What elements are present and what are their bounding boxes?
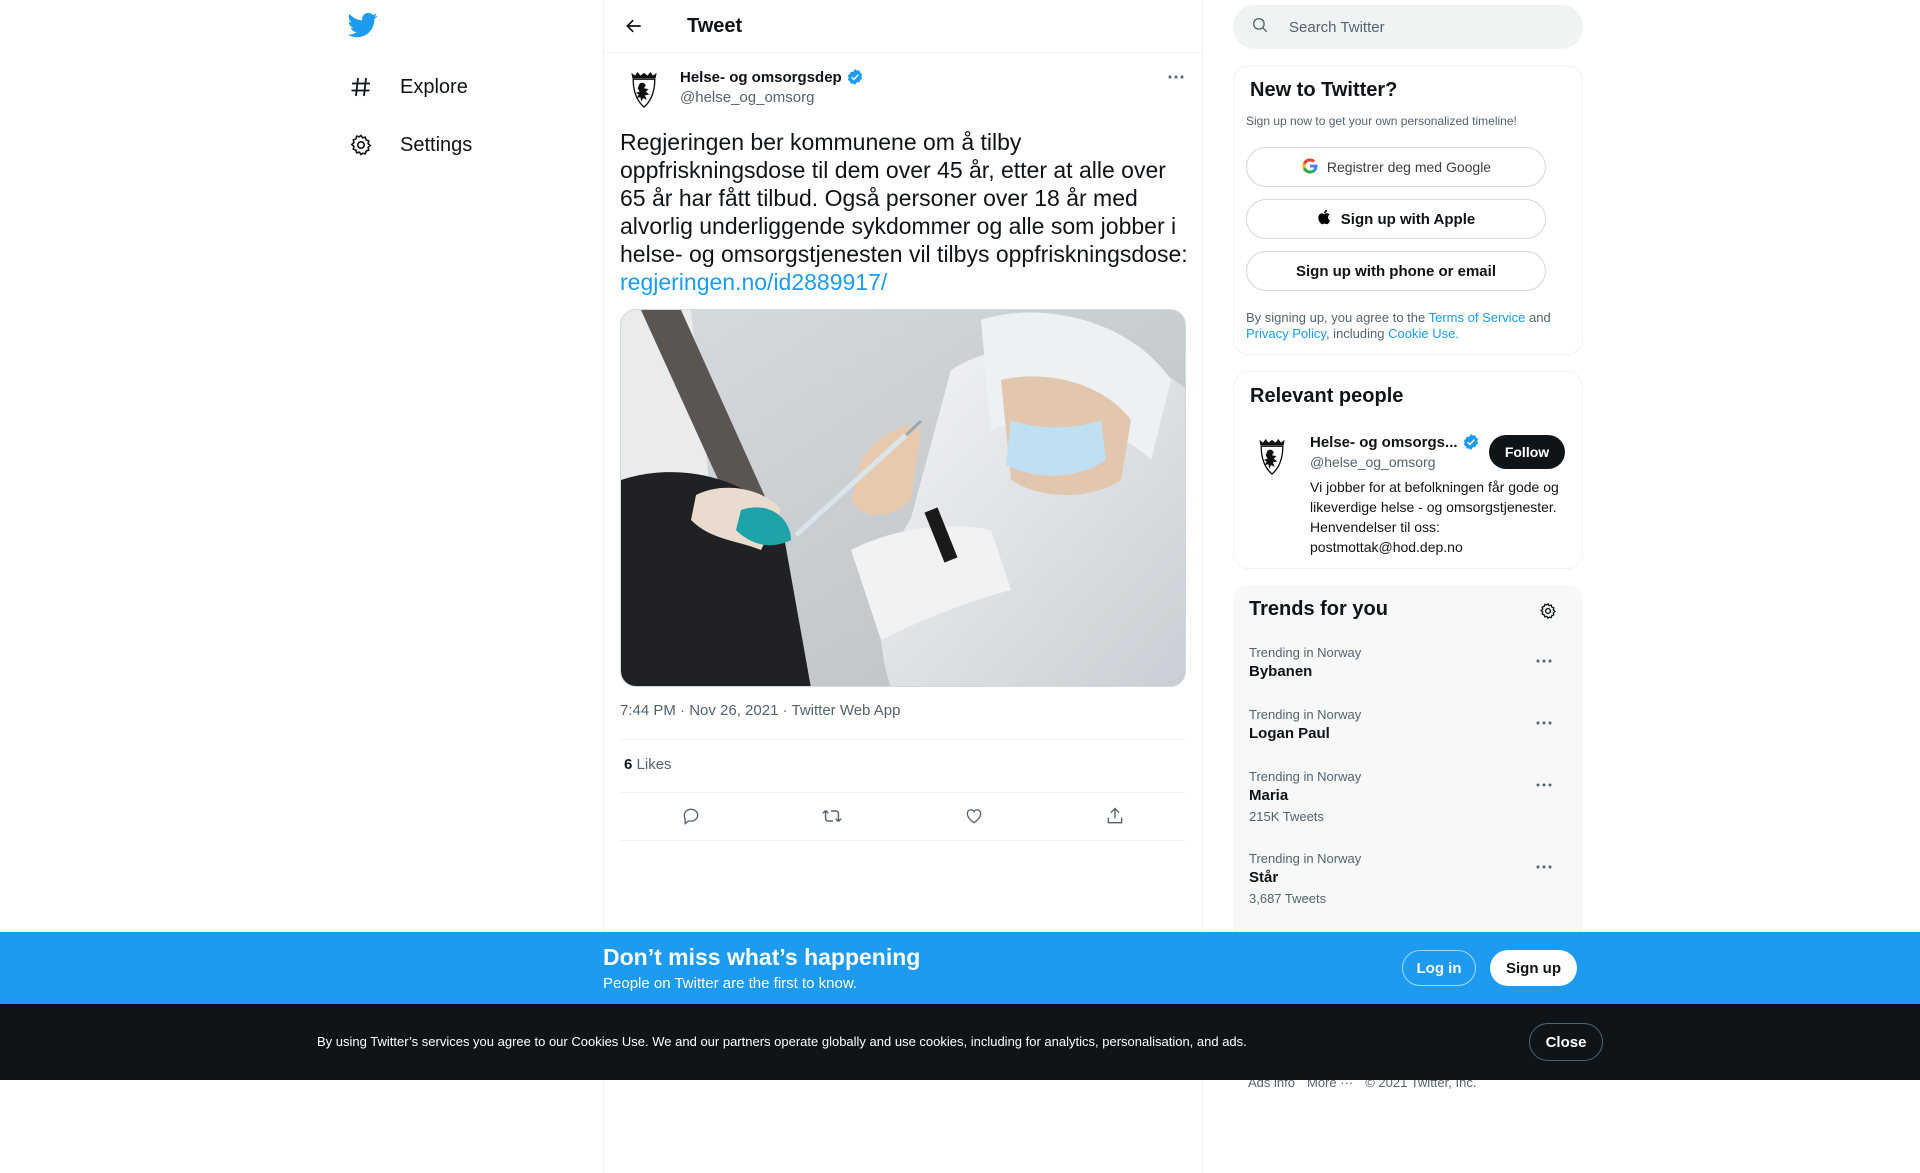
trends-title: Trends for you — [1249, 598, 1388, 620]
search-input[interactable] — [1233, 5, 1583, 49]
relevant-people-title: Relevant people — [1250, 385, 1404, 407]
privacy-policy-link[interactable]: Privacy Policy — [1246, 326, 1326, 341]
divider — [620, 739, 1186, 740]
trends-settings-gear-icon[interactable] — [1536, 599, 1560, 623]
trend-tweet-count: 3,687 Tweets — [1249, 891, 1327, 906]
cookie-consent-bar: By using Twitter’s services you agree to… — [0, 1004, 1920, 1080]
search-icon — [1251, 16, 1271, 39]
nav-settings[interactable]: Settings — [348, 121, 472, 169]
tweet-actions — [620, 796, 1186, 836]
search-field[interactable] — [1289, 18, 1549, 36]
coat-of-arms-icon — [631, 72, 657, 108]
cookie-close-button[interactable]: Close — [1529, 1023, 1603, 1061]
apple-signup-label: Sign up with Apple — [1340, 210, 1476, 228]
tweet-photo[interactable] — [620, 309, 1186, 687]
nav-explore-label: Explore — [400, 75, 468, 98]
trend-context: Trending in Norway — [1249, 769, 1362, 784]
banner-title: Don’t miss what’s happening — [603, 944, 921, 970]
likes-number: 6 — [624, 756, 633, 773]
trend-name: Maria — [1249, 787, 1289, 804]
signup-card: New to Twitter? Sign up now to get your … — [1233, 65, 1583, 355]
relevant-person-bio: Vi jobber for at befolkningen får gode o… — [1310, 479, 1559, 555]
author-name[interactable]: Helse- og omsorgsdep — [680, 68, 864, 86]
trend-item[interactable]: Trending in Norway Står 3,687 Tweets — [1233, 851, 1583, 933]
author-handle[interactable]: @helse_og_omsorg — [680, 89, 814, 106]
login-banner: Don’t miss what’s happening People on Tw… — [0, 932, 1920, 1004]
tweet-header: Tweet — [604, 0, 1202, 53]
divider — [620, 840, 1186, 841]
trend-context: Trending in Norway — [1249, 851, 1362, 866]
coat-of-arms-icon — [1259, 439, 1285, 475]
apple-icon — [1317, 208, 1333, 230]
nav-explore[interactable]: Explore — [348, 63, 468, 111]
signup-card-title: New to Twitter? — [1250, 79, 1398, 101]
trend-context: Trending in Norway — [1249, 645, 1362, 660]
retweet-icon[interactable] — [815, 799, 849, 833]
tweet-timestamp[interactable]: 7:44 PM · Nov 26, 2021 · Twitter Web App — [620, 702, 900, 719]
back-arrow-icon[interactable] — [616, 8, 652, 44]
more-options-icon[interactable] — [1535, 857, 1559, 873]
follow-button[interactable]: Follow — [1489, 435, 1565, 469]
trend-name: Logan Paul — [1249, 725, 1330, 742]
apple-signup-button[interactable]: Sign up with Apple — [1246, 199, 1546, 239]
trend-tweet-count: 215K Tweets — [1249, 809, 1324, 824]
page-title: Tweet — [687, 14, 743, 37]
signup-card-subtitle: Sign up now to get your own personalized… — [1246, 114, 1517, 128]
hashtag-icon — [348, 74, 374, 100]
trend-name: Står — [1249, 869, 1279, 886]
divider — [620, 792, 1186, 793]
trend-item[interactable]: Trending in Norway Maria 215K Tweets — [1233, 769, 1583, 851]
more-options-icon[interactable] — [1164, 68, 1188, 86]
more-options-icon[interactable] — [1535, 651, 1559, 667]
likes-count[interactable]: 6 Likes — [624, 756, 672, 773]
trend-context: Trending in Norway — [1249, 707, 1362, 722]
phone-signup-label: Sign up with phone or email — [1295, 262, 1496, 280]
relevant-person-name[interactable]: Helse- og omsorgs... — [1310, 433, 1480, 451]
legal-and: and — [1525, 310, 1551, 325]
tweet-text: Regjeringen ber kommunene om å tilby opp… — [620, 128, 1190, 296]
reply-icon[interactable] — [674, 799, 708, 833]
legal-including: , including — [1325, 326, 1389, 341]
verified-badge-icon — [1462, 433, 1480, 451]
relevant-people-card: Relevant people Helse- og omsorgs... @he… — [1233, 371, 1583, 569]
signup-legal-text: By signing up, you agree to the Terms of… — [1246, 310, 1556, 342]
relevant-person-handle[interactable]: @helse_og_omsorg — [1310, 454, 1436, 470]
trend-name: Bybanen — [1249, 663, 1313, 680]
tweet-body: Regjeringen ber kommunene om å tilby opp… — [620, 129, 1188, 267]
gear-icon — [348, 132, 374, 158]
terms-of-service-link[interactable]: Terms of Service — [1429, 310, 1526, 325]
banner-subtitle: People on Twitter are the first to know. — [603, 975, 858, 992]
cookie-consent-text: By using Twitter’s services you agree to… — [317, 1034, 1247, 1049]
login-button[interactable]: Log in — [1402, 950, 1476, 986]
twitter-logo-icon[interactable] — [347, 10, 384, 46]
like-heart-icon[interactable] — [957, 799, 991, 833]
cookie-use-link[interactable]: Cookie Use. — [1388, 326, 1459, 341]
more-options-icon[interactable] — [1535, 713, 1559, 729]
trend-item[interactable]: Trending in Norway Logan Paul — [1233, 707, 1583, 769]
google-signup-label: Registrer deg med Google — [1326, 159, 1492, 175]
relevant-person-avatar[interactable] — [1248, 433, 1296, 481]
likes-label: Likes — [636, 756, 672, 773]
author-name-text: Helse- og omsorgsdep — [680, 68, 842, 86]
phone-email-signup-button[interactable]: Sign up with phone or email — [1246, 251, 1546, 291]
google-signup-button[interactable]: Registrer deg med Google — [1246, 147, 1546, 187]
trends-card: Trends for you Trending in Norway Bybane… — [1233, 585, 1583, 985]
author-avatar[interactable] — [620, 66, 668, 114]
trend-item[interactable]: Trending in Norway Bybanen — [1233, 645, 1583, 707]
signup-button[interactable]: Sign up — [1490, 950, 1577, 986]
google-icon — [1301, 157, 1319, 178]
verified-badge-icon — [846, 68, 864, 86]
share-icon[interactable] — [1098, 799, 1132, 833]
relevant-person-name-text: Helse- og omsorgs... — [1310, 433, 1458, 451]
legal-prefix: By signing up, you agree to the — [1246, 310, 1429, 325]
nav-settings-label: Settings — [400, 133, 473, 156]
tweet-link[interactable]: regjeringen.no/id2889917/ — [620, 269, 887, 295]
vaccination-photo — [621, 310, 1185, 686]
more-options-icon[interactable] — [1535, 775, 1559, 791]
